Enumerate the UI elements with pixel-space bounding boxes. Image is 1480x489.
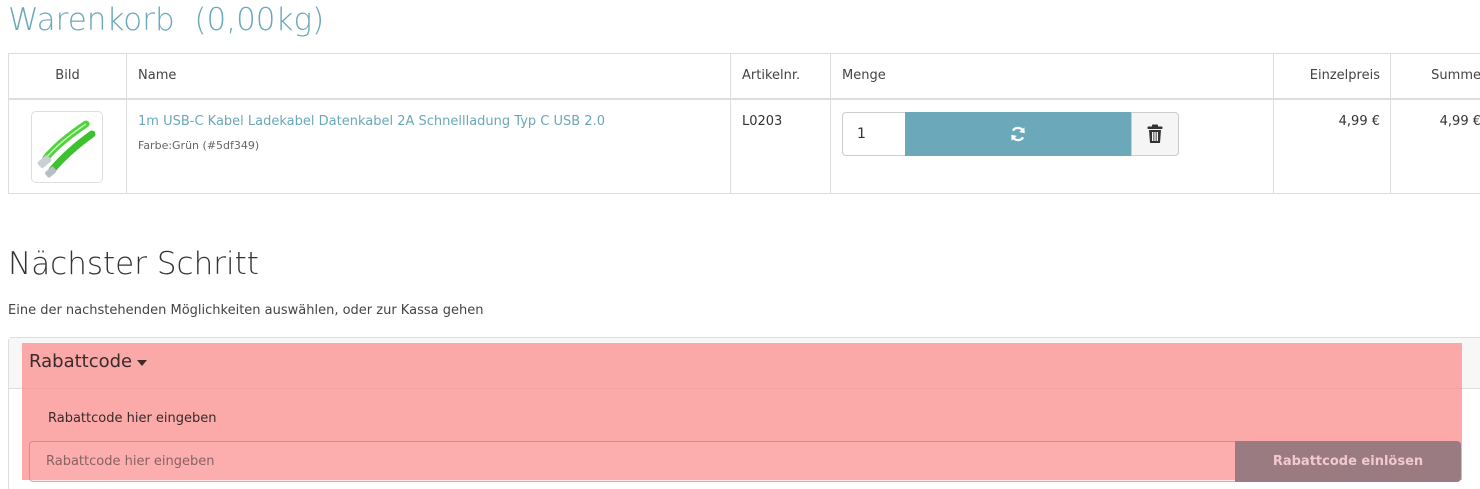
column-header-total: Summe (1431, 68, 1480, 83)
column-header-name: Name (127, 54, 731, 98)
quantity-input[interactable] (842, 112, 906, 156)
remove-item-button[interactable] (1131, 112, 1179, 156)
usb-cable-image (37, 120, 96, 178)
trash-icon (1147, 124, 1163, 143)
column-header-unit-price: Einzelpreis (1274, 54, 1391, 98)
unit-price: 4,99 € (1338, 114, 1380, 129)
next-step-description: Eine der nachstehenden Möglichkeiten aus… (8, 303, 484, 318)
table-header-row: Bild Name Artikelnr. Menge Einzelpreis S… (9, 54, 1480, 100)
product-thumbnail[interactable] (31, 111, 103, 183)
redeem-coupon-button[interactable]: Rabattcode einlösen (1235, 441, 1461, 482)
unit-price-cell: 4,99 € (1274, 100, 1391, 193)
product-image-cell (9, 100, 127, 193)
table-row: 1m USB-C Kabel Ladekabel Datenkabel 2A S… (9, 100, 1480, 193)
update-quantity-button[interactable] (905, 112, 1131, 156)
column-header-image: Bild (9, 54, 127, 98)
coupon-toggle[interactable]: Rabattcode (29, 351, 148, 372)
article-number-cell: L0203 (731, 100, 831, 193)
coupon-code-input[interactable] (29, 441, 1236, 482)
product-variant: Farbe:Grün (#5df349) (138, 139, 260, 152)
total-price: 4,99 € (1439, 114, 1480, 129)
column-header-article-number: Artikelnr. (731, 54, 831, 98)
total-price-cell: 4,99 € (1391, 100, 1480, 193)
article-number: L0203 (742, 114, 783, 129)
product-name-link[interactable]: 1m USB-C Kabel Ladekabel Datenkabel 2A S… (138, 114, 605, 129)
caret-down-icon (137, 359, 148, 366)
column-header-quantity: Menge (831, 54, 1274, 98)
next-step-title: Nächster Schritt (8, 246, 259, 282)
cart-page: Warenkorb (0,00kg) Bild Name Artikelnr. … (0, 0, 1480, 489)
quantity-cell (831, 100, 1274, 193)
cart-table: Bild Name Artikelnr. Menge Einzelpreis S… (8, 53, 1480, 194)
refresh-icon (1011, 126, 1025, 142)
product-name-cell: 1m USB-C Kabel Ladekabel Datenkabel 2A S… (127, 100, 731, 193)
coupon-toggle-label: Rabattcode (29, 351, 133, 372)
coupon-field-label: Rabattcode hier eingeben (48, 411, 217, 426)
cart-title: Warenkorb (0,00kg) (8, 2, 325, 38)
